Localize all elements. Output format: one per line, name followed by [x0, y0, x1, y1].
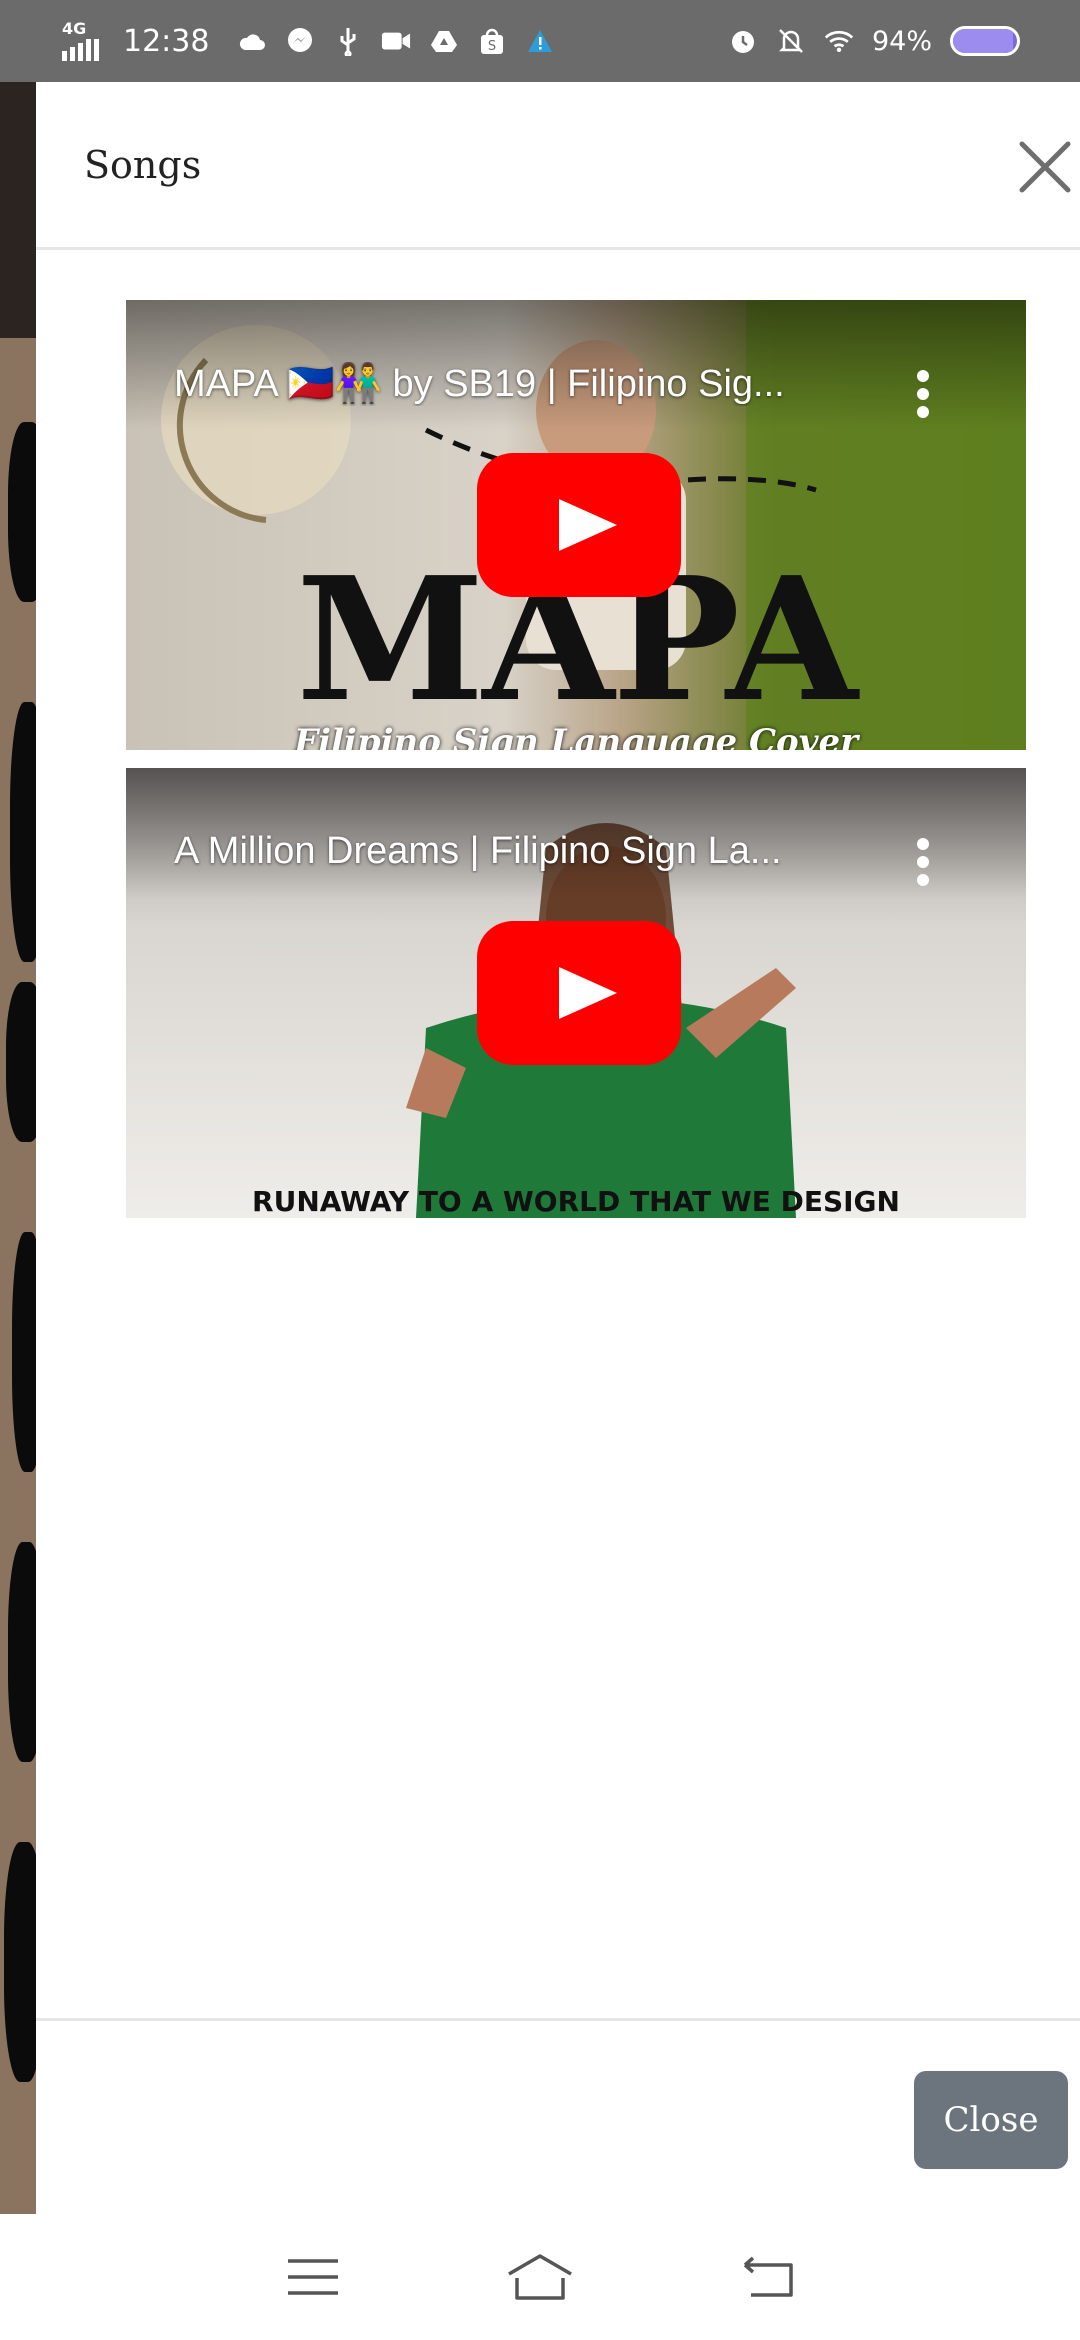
modal-header: Songs — [36, 82, 1080, 250]
status-bar: 4G 12:38 S 94% — [0, 0, 1080, 82]
network-type: 4G — [62, 19, 87, 38]
thumbnail-caption: RUNAWAY TO A WORLD THAT WE DESIGN — [252, 1185, 900, 1218]
more-vert-icon[interactable] — [916, 838, 930, 888]
songs-modal: Songs MAPA MAPA 🇵🇭👫 by SB19 | Filipino S… — [36, 82, 1080, 2214]
battery-percent: 94% — [871, 25, 932, 57]
video-embed-mapa[interactable]: MAPA MAPA 🇵🇭👫 by SB19 | Filipino Sig... … — [126, 300, 1026, 750]
messenger-icon — [285, 26, 315, 56]
video-title[interactable]: MAPA 🇵🇭👫 by SB19 | Filipino Sig... — [174, 362, 876, 406]
navigation-bar — [0, 2214, 1080, 2340]
clock: 12:38 — [123, 23, 210, 59]
page-backdrop — [0, 82, 48, 2214]
video-list: MAPA MAPA 🇵🇭👫 by SB19 | Filipino Sig... … — [126, 300, 1026, 1218]
menu-icon[interactable] — [278, 2247, 348, 2307]
close-button[interactable]: Close — [914, 2071, 1068, 2169]
video-embed-million-dreams[interactable]: A Million Dreams | Filipino Sign La... R… — [126, 768, 1026, 1218]
back-icon[interactable] — [732, 2247, 802, 2307]
signal-icon: 4G — [62, 19, 99, 61]
bell-off-icon — [776, 26, 806, 56]
cloud-icon — [237, 26, 267, 56]
alarm-icon — [728, 26, 758, 56]
modal-title: Songs — [84, 142, 202, 187]
status-right: 94% — [728, 26, 1020, 57]
usb-icon — [333, 26, 363, 56]
modal-footer: Close — [36, 2018, 1080, 2214]
home-icon[interactable] — [505, 2247, 575, 2307]
battery-icon — [950, 26, 1020, 56]
video-title[interactable]: A Million Dreams | Filipino Sign La... — [174, 830, 876, 873]
svg-text:S: S — [488, 39, 496, 54]
close-icon[interactable] — [1018, 140, 1072, 194]
battery-fill — [953, 29, 1014, 53]
more-vert-icon[interactable] — [916, 370, 930, 420]
wifi-icon — [824, 26, 854, 56]
drive-icon — [429, 26, 459, 56]
alert-icon — [525, 26, 555, 56]
thumbnail-caption: Filipino Sign Language Cover — [293, 722, 859, 750]
shopee-icon: S — [477, 26, 507, 56]
youtube-play-icon[interactable] — [477, 921, 681, 1065]
video-icon — [381, 26, 411, 56]
youtube-play-icon[interactable] — [477, 453, 681, 597]
status-left: 4G 12:38 S — [62, 19, 555, 61]
